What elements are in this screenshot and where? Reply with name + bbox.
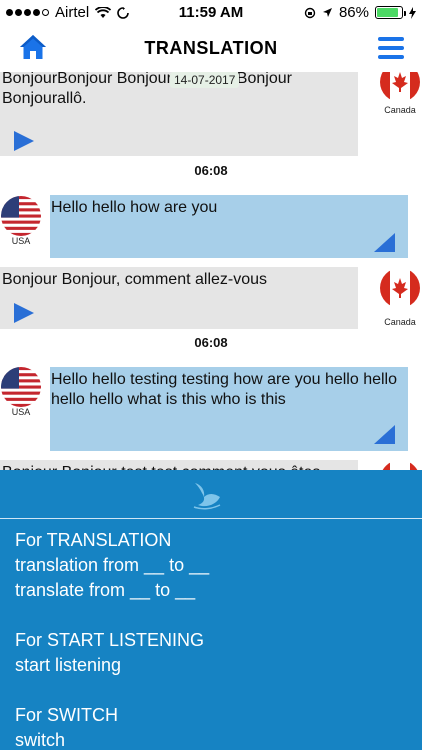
message-text: Bonjour Bonjour, comment allez-vous (2, 271, 268, 288)
hamburger-icon[interactable] (378, 37, 404, 59)
message-bubble-french: Bonjour Bonjour test test comment vous ê… (0, 460, 358, 470)
message-text: Hello hello how are you (51, 199, 218, 216)
country-label: USA (11, 236, 31, 246)
command-line: start listening (15, 655, 122, 675)
conversation-list[interactable]: BonjourBonjour Bonjour test test Bonjour… (0, 72, 422, 470)
play-icon[interactable] (12, 130, 36, 152)
voice-commands-panel: For TRANSLATION translation from __ to _… (0, 470, 422, 750)
swan-icon[interactable] (190, 479, 224, 511)
nav-bar: TRANSLATION (0, 24, 422, 72)
message-bubble-english: Hello hello testing testing how are you … (50, 367, 408, 451)
timestamp: 06:08 (194, 163, 228, 178)
divider (0, 518, 422, 519)
charging-icon (409, 6, 416, 19)
timestamp: 06:08 (194, 335, 228, 350)
canada-flag-icon (380, 268, 420, 308)
country-label: Canada (384, 317, 416, 327)
message-text: Hello hello testing testing how are you … (51, 371, 397, 408)
message-bubble-english: Hello hello how are you (50, 195, 408, 258)
play-icon[interactable] (372, 424, 396, 446)
location-arrow-icon (322, 8, 332, 17)
date-chip: 14-07-2017 (170, 72, 240, 88)
command-title: For START LISTENING (15, 630, 205, 650)
rotation-lock-icon (304, 7, 316, 18)
country-label: Canada (384, 105, 416, 115)
usa-flag-icon (1, 367, 41, 407)
command-line: switch (15, 730, 66, 750)
battery-icon (375, 6, 406, 19)
message-bubble-french: Bonjour Bonjour, comment allez-vous (0, 267, 358, 329)
command-title: For SWITCH (15, 705, 118, 725)
status-bar: Airtel 11:59 AM 86% (0, 0, 422, 24)
status-right: 86% (304, 4, 416, 21)
command-line: translation from __ to __ (15, 555, 210, 575)
play-icon[interactable] (372, 232, 396, 254)
canada-flag-icon (380, 460, 420, 470)
battery-percent: 86% (338, 4, 369, 21)
canada-flag-icon (380, 72, 420, 102)
country-label: USA (11, 407, 31, 417)
command-block-switch: For SWITCH switch (15, 703, 209, 750)
command-block-start-listening: For START LISTENING start listening (15, 628, 209, 678)
message-text: Bonjour Bonjour test test comment vous ê… (0, 460, 358, 470)
command-line: translate from __ to __ (15, 580, 196, 600)
voice-commands-list: For TRANSLATION translation from __ to _… (15, 528, 209, 750)
command-block-translation: For TRANSLATION translation from __ to _… (15, 528, 209, 603)
page-title: TRANSLATION (144, 38, 278, 58)
usa-flag-icon (1, 196, 41, 236)
play-icon[interactable] (12, 302, 36, 324)
command-title: For TRANSLATION (15, 530, 172, 550)
